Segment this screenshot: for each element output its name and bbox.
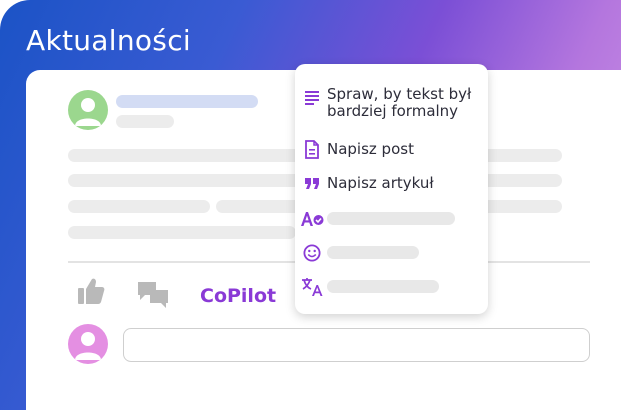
copilot-button[interactable]: CoPilot bbox=[200, 285, 276, 307]
document-icon bbox=[302, 139, 322, 159]
menu-item-placeholder bbox=[327, 212, 455, 225]
menu-item-label: Napisz post bbox=[327, 140, 414, 158]
comment-button[interactable] bbox=[136, 280, 170, 308]
user-icon bbox=[75, 98, 101, 126]
spellcheck-icon bbox=[300, 209, 324, 229]
thumbs-up-icon bbox=[78, 278, 105, 304]
section-title: Aktualności bbox=[26, 24, 191, 57]
author-name-placeholder bbox=[116, 95, 258, 108]
quote-icon bbox=[302, 173, 322, 193]
menu-item-write-article[interactable]: Napisz artykuł bbox=[295, 173, 488, 195]
author-avatar[interactable] bbox=[68, 90, 108, 130]
post-date-placeholder bbox=[116, 115, 174, 128]
menu-item-label: Napisz artykuł bbox=[327, 174, 434, 192]
menu-item-emoji[interactable] bbox=[295, 243, 488, 265]
copilot-menu: Spraw, by tekst był bardziej formalny Na… bbox=[295, 64, 488, 314]
menu-item-placeholder bbox=[327, 280, 439, 293]
user-icon bbox=[75, 332, 101, 360]
smiley-icon bbox=[302, 243, 322, 263]
comment-input[interactable] bbox=[123, 328, 590, 362]
translate-icon bbox=[300, 277, 324, 297]
menu-item-write-post[interactable]: Napisz post bbox=[295, 139, 488, 161]
post-text-line bbox=[68, 226, 296, 239]
menu-item-formal[interactable]: Spraw, by tekst był bardziej formalny bbox=[295, 86, 488, 122]
post-text-line bbox=[68, 200, 210, 213]
menu-item-placeholder bbox=[327, 246, 419, 259]
commenter-avatar[interactable] bbox=[68, 324, 108, 364]
menu-item-spellcheck[interactable] bbox=[295, 209, 488, 231]
chat-icon bbox=[138, 282, 168, 308]
text-lines-icon bbox=[302, 87, 322, 107]
like-button[interactable] bbox=[76, 276, 106, 306]
menu-item-label: Spraw, by tekst był bardziej formalny bbox=[327, 85, 472, 120]
menu-item-translate[interactable] bbox=[295, 277, 488, 299]
